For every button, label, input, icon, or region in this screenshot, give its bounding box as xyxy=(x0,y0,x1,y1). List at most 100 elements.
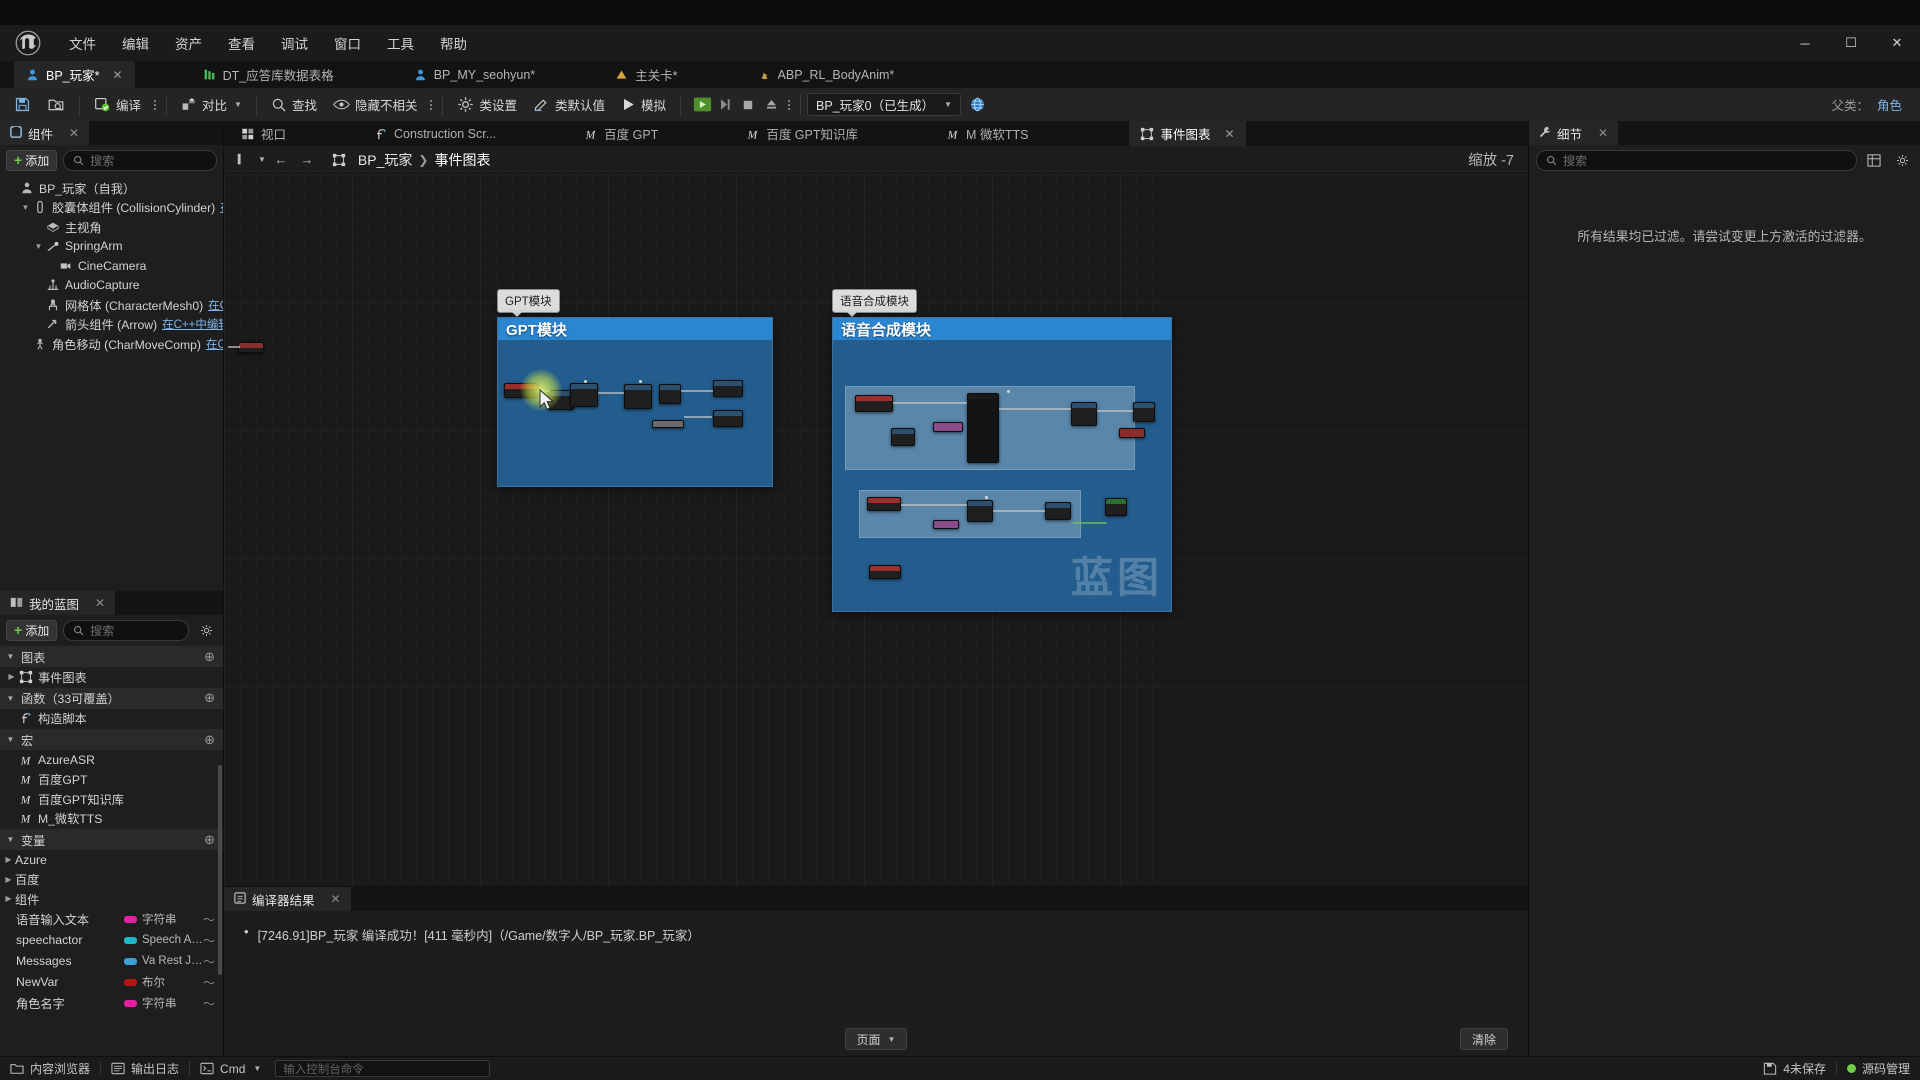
close-window-button[interactable]: ✕ xyxy=(1874,25,1920,61)
asset-tab-main-level[interactable]: 主关卡* xyxy=(603,61,689,88)
components-tree[interactable]: BP_玩家（自我） ▼ 胶囊体组件 (CollisionCylinder) 在C++中… xyxy=(0,175,223,589)
section-宏[interactable]: ▼ 宏 ⊕ xyxy=(0,728,223,750)
close-icon[interactable]: ✕ xyxy=(331,892,341,906)
comment-bubble-tts[interactable]: 语音合成模块 xyxy=(832,289,917,317)
tab-components[interactable]: 组件 ✕ xyxy=(0,121,90,145)
component-tree-row[interactable]: 主视角 xyxy=(0,217,223,237)
skip-frame-button[interactable] xyxy=(714,92,736,117)
compile-options-button[interactable] xyxy=(149,90,160,119)
component-tree-row[interactable]: BP_玩家（自我） xyxy=(0,178,223,198)
hide-unrelated-button[interactable]: 隐藏不相关 xyxy=(325,90,426,119)
variable-visibility-icon[interactable]: 〜 xyxy=(203,995,215,1012)
variable-visibility-icon[interactable]: 〜 xyxy=(203,974,215,991)
console-command-input[interactable]: 输入控制台命令 xyxy=(275,1060,491,1077)
myblueprint-scrollbar[interactable] xyxy=(218,765,222,975)
comment-bubble-gpt[interactable]: GPT模块 xyxy=(497,289,560,317)
breadcrumb-root[interactable]: BP_玩家 xyxy=(358,150,412,170)
diff-button[interactable]: 对比 ▼ xyxy=(173,90,250,119)
variable-group-row[interactable]: ▶ Azure xyxy=(0,850,223,870)
forward-button[interactable]: → xyxy=(296,149,318,171)
stop-button[interactable] xyxy=(737,92,759,117)
compile-button[interactable]: 编译 xyxy=(86,90,149,119)
back-button[interactable]: ← xyxy=(270,149,292,171)
menu-file[interactable]: 文件 xyxy=(56,25,109,61)
component-tree-row[interactable]: 网格体 (CharacterMesh0) 在C++中 xyxy=(0,295,223,315)
myblueprint-item[interactable]: ▶ 事件图表 xyxy=(0,667,223,687)
chevron-down-icon[interactable]: ▼ xyxy=(234,100,242,109)
expand-arrow-icon[interactable]: ▼ xyxy=(19,203,32,212)
play-options-button[interactable] xyxy=(783,90,794,119)
myblueprint-item[interactable]: M M_微软TTS xyxy=(0,809,223,829)
expand-arrow-icon[interactable]: ▶ xyxy=(2,855,15,864)
add-component-button[interactable]: + 添加 xyxy=(6,149,58,171)
asset-tab-bp-my-seohyun[interactable]: BP_MY_seohyun* xyxy=(402,61,547,88)
add-blueprint-item-button[interactable]: + 添加 xyxy=(6,619,58,641)
collapse-arrow-icon[interactable]: ▼ xyxy=(5,735,16,744)
details-search-input[interactable]: 搜索 xyxy=(1536,149,1857,171)
unsaved-changes-button[interactable]: 4未保存 xyxy=(1753,1057,1836,1080)
asset-tab-abp-rl-bodyanim[interactable]: ABP_RL_BodyAnim* xyxy=(746,61,907,88)
doc-tab-视口[interactable]: 视口 xyxy=(230,121,297,146)
menu-window[interactable]: 窗口 xyxy=(321,25,374,61)
add-section-item-icon[interactable]: ⊕ xyxy=(204,832,215,848)
variable-visibility-icon[interactable]: 〜 xyxy=(203,932,215,949)
close-icon[interactable]: ✕ xyxy=(1598,126,1608,140)
variable-row[interactable]: Messages Va Rest Js... 〜 xyxy=(0,951,223,972)
graph-options-icon[interactable] xyxy=(230,149,252,171)
graph-node[interactable] xyxy=(238,342,264,353)
variable-row[interactable]: speechactor Speech Ac... 〜 xyxy=(0,930,223,951)
blueprint-graph-canvas[interactable]: GPT模块 GPT模块 语音合成模块 语音合成模块 蓝图 xyxy=(224,174,1528,886)
tab-details[interactable]: 细节 ✕ xyxy=(1529,121,1619,145)
collapse-arrow-icon[interactable]: ▼ xyxy=(5,652,16,661)
variable-visibility-icon[interactable]: 〜 xyxy=(203,911,215,928)
expand-arrow-icon[interactable]: ▶ xyxy=(2,875,15,884)
clear-results-button[interactable]: 清除 xyxy=(1459,1028,1508,1050)
debug-object-dropdown[interactable]: BP_玩家0（已生成） ▼ xyxy=(807,93,962,116)
myblueprint-item[interactable]: 构造脚本 xyxy=(0,709,223,729)
parent-class-value[interactable]: 角色 xyxy=(1877,95,1902,114)
cpp-edit-link[interactable]: 在C++中 xyxy=(206,336,223,352)
compiler-result-row[interactable]: • [7246.91]BP_玩家 编译成功！[411 毫秒内]（/Game/数字… xyxy=(244,924,1508,944)
close-icon[interactable]: ✕ xyxy=(95,596,105,610)
eject-button[interactable] xyxy=(760,92,782,117)
menu-tools[interactable]: 工具 xyxy=(374,25,427,61)
collapse-arrow-icon[interactable]: ▼ xyxy=(5,694,16,703)
play-in-editor-button[interactable] xyxy=(691,92,713,117)
cpp-edit-link[interactable]: 在C++中 xyxy=(208,297,223,313)
expand-arrow-icon[interactable]: ▶ xyxy=(5,672,18,681)
output-log-button[interactable]: 输出日志 xyxy=(101,1057,189,1080)
maximize-button[interactable]: ☐ xyxy=(1828,25,1874,61)
doc-tab-事件图表[interactable]: 事件图表 ✕ xyxy=(1129,121,1246,146)
add-section-item-icon[interactable]: ⊕ xyxy=(204,649,215,665)
content-browser-button[interactable]: 内容浏览器 xyxy=(0,1057,100,1080)
myblueprint-item[interactable]: M 百度GPT知识库 xyxy=(0,789,223,809)
component-tree-row[interactable]: 角色移动 (CharMoveComp) 在C++中 xyxy=(0,334,223,354)
add-section-item-icon[interactable]: ⊕ xyxy=(204,732,215,748)
close-icon[interactable]: ✕ xyxy=(69,126,79,140)
chevron-down-icon[interactable]: ▼ xyxy=(258,155,266,164)
components-search-input[interactable]: 搜索 xyxy=(63,149,217,171)
doc-tab-Construction Scr...[interactable]: Construction Scr... xyxy=(363,121,507,146)
doc-tab-M 微软TTS[interactable]: M M 微软TTS xyxy=(935,121,1040,146)
find-button[interactable]: 查找 xyxy=(263,90,325,119)
component-tree-row[interactable]: CineCamera xyxy=(0,256,223,276)
collapse-arrow-icon[interactable]: ▼ xyxy=(5,835,16,844)
doc-tab-百度 GPT知识库[interactable]: M 百度 GPT知识库 xyxy=(735,121,869,146)
menu-help[interactable]: 帮助 xyxy=(427,25,480,61)
variable-group-row[interactable]: ▶ 百度 xyxy=(0,870,223,890)
simulate-button[interactable]: 模拟 xyxy=(613,90,674,119)
component-tree-row[interactable]: ▼ SpringArm xyxy=(0,237,223,257)
myblueprint-item[interactable]: M 百度GPT xyxy=(0,770,223,790)
hide-unrelated-options-button[interactable] xyxy=(425,90,436,119)
cpp-edit-link[interactable]: 在C++中 xyxy=(220,199,223,215)
menu-view[interactable]: 查看 xyxy=(215,25,268,61)
myblueprint-list[interactable]: ▼ 图表 ⊕ ▶ 事件图表 ▼ 函数（33可覆盖） ⊕ 构造脚本 ▼ 宏 ⊕ M AzureASR M 百度G… xyxy=(0,645,223,1056)
component-tree-row[interactable]: ▼ 胶囊体组件 (CollisionCylinder) 在C++中 xyxy=(0,198,223,218)
variable-visibility-icon[interactable]: 〜 xyxy=(203,953,215,970)
cmd-dropdown[interactable]: Cmd ▼ xyxy=(190,1057,271,1080)
myblueprint-settings-icon[interactable] xyxy=(195,620,217,641)
source-control-button[interactable]: 源码管理 xyxy=(1837,1057,1920,1080)
myblueprint-search-input[interactable]: 搜索 xyxy=(63,619,189,641)
component-tree-row[interactable]: 箭头组件 (Arrow) 在C++中编辑 xyxy=(0,315,223,335)
doc-tab-close-icon[interactable]: ✕ xyxy=(1225,127,1235,141)
